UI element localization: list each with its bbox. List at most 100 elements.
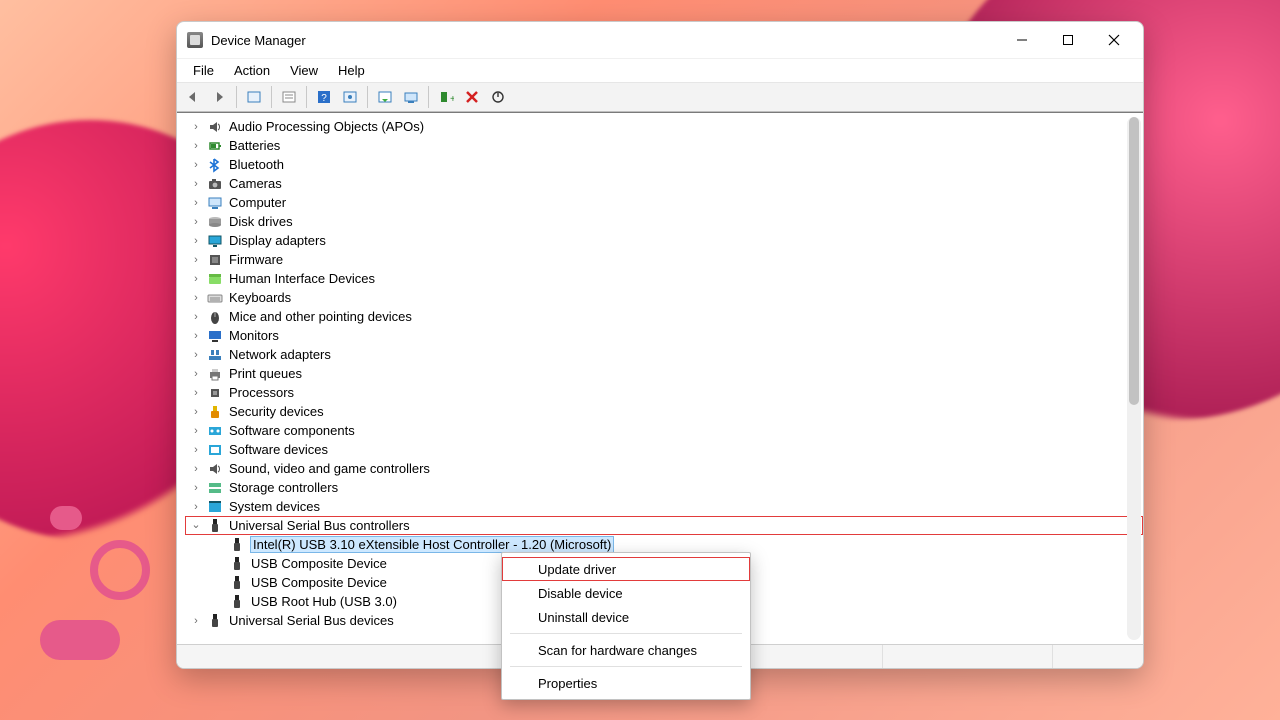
- tree-label: Computer: [229, 195, 286, 210]
- chevron-right-icon[interactable]: ›: [191, 140, 201, 152]
- tree-category[interactable]: ›Bluetooth: [185, 155, 1143, 174]
- chevron-right-icon[interactable]: ›: [191, 311, 201, 323]
- chevron-right-icon[interactable]: ›: [191, 235, 201, 247]
- tree-category[interactable]: ›Processors: [185, 383, 1143, 402]
- toolbar-back-button[interactable]: [181, 86, 205, 108]
- tree-label: Software components: [229, 423, 355, 438]
- context-menu-item[interactable]: Properties: [502, 671, 750, 695]
- tree-label: Cameras: [229, 176, 282, 191]
- camera-icon: [207, 176, 223, 192]
- chevron-right-icon[interactable]: ›: [191, 463, 201, 475]
- tree-category[interactable]: › Mice and other pointing devices: [185, 307, 1143, 326]
- toolbar-help-button[interactable]: ?: [312, 86, 336, 108]
- chevron-right-icon[interactable]: ›: [191, 121, 201, 133]
- context-menu-item[interactable]: Uninstall device: [502, 605, 750, 629]
- chevron-right-icon[interactable]: ›: [191, 159, 201, 171]
- tree-category[interactable]: ›Network adapters: [185, 345, 1143, 364]
- tree-label: Universal Serial Bus devices: [229, 613, 394, 628]
- chevron-right-icon[interactable]: ›: [191, 425, 201, 437]
- component-icon: [207, 423, 223, 439]
- tree-category[interactable]: › Security devices: [185, 402, 1143, 421]
- usb-icon: [229, 537, 245, 553]
- tree-label: Mice and other pointing devices: [229, 309, 412, 324]
- chevron-right-icon[interactable]: ›: [191, 368, 201, 380]
- chevron-right-icon[interactable]: ›: [191, 178, 201, 190]
- chevron-right-icon[interactable]: ›: [191, 444, 201, 456]
- context-menu-item[interactable]: Scan for hardware changes: [502, 638, 750, 662]
- speaker-icon: [207, 119, 223, 135]
- chevron-right-icon[interactable]: ›: [191, 273, 201, 285]
- monitor-icon: [207, 328, 223, 344]
- speaker-icon: [207, 461, 223, 477]
- usb-icon: [207, 613, 223, 629]
- menu-help[interactable]: Help: [328, 61, 375, 80]
- tree-category[interactable]: ›Keyboards: [185, 288, 1143, 307]
- tree-category[interactable]: ›Monitors: [185, 326, 1143, 345]
- tree-label: USB Composite Device: [251, 575, 387, 590]
- window-title: Device Manager: [211, 33, 306, 48]
- chevron-down-icon[interactable]: ⌄: [191, 518, 201, 531]
- tree-label: Human Interface Devices: [229, 271, 375, 286]
- minimize-button[interactable]: [999, 24, 1045, 56]
- tree-category[interactable]: ›Batteries: [185, 136, 1143, 155]
- chevron-right-icon[interactable]: ›: [191, 330, 201, 342]
- chevron-right-icon[interactable]: ›: [191, 349, 201, 361]
- firmware-icon: [207, 252, 223, 268]
- chevron-right-icon[interactable]: ›: [191, 197, 201, 209]
- tree-category[interactable]: › Cameras: [185, 174, 1143, 193]
- tree-label: Software devices: [229, 442, 328, 457]
- scrollbar[interactable]: [1127, 117, 1141, 640]
- toolbar-disable-button[interactable]: [460, 86, 484, 108]
- tree-category[interactable]: ›Print queues: [185, 364, 1143, 383]
- tree-category[interactable]: › Software components: [185, 421, 1143, 440]
- battery-icon: [207, 138, 223, 154]
- chevron-right-icon[interactable]: ›: [191, 292, 201, 304]
- tree-category[interactable]: › Storage controllers: [185, 478, 1143, 497]
- keyboard-icon: [207, 290, 223, 306]
- toolbar-update-driver-button[interactable]: [338, 86, 362, 108]
- context-menu-item[interactable]: Disable device: [502, 581, 750, 605]
- tree-category[interactable]: ⌄ Universal Serial Bus controllers: [185, 516, 1143, 535]
- menu-file[interactable]: File: [183, 61, 224, 80]
- chevron-right-icon[interactable]: ›: [191, 615, 201, 627]
- toolbar-forward-button[interactable]: [207, 86, 231, 108]
- tree-category[interactable]: ›Sound, video and game controllers: [185, 459, 1143, 478]
- tree-category[interactable]: ›Audio Processing Objects (APOs): [185, 117, 1143, 136]
- toolbar: ? +: [177, 82, 1143, 112]
- tree-label: Storage controllers: [229, 480, 338, 495]
- context-menu-item[interactable]: Update driver: [502, 557, 750, 581]
- usb-icon: [207, 518, 223, 534]
- tree-category[interactable]: ›Disk drives: [185, 212, 1143, 231]
- tree-category[interactable]: › Software devices: [185, 440, 1143, 459]
- menu-view[interactable]: View: [280, 61, 328, 80]
- chevron-right-icon[interactable]: ›: [191, 216, 201, 228]
- menu-action[interactable]: Action: [224, 61, 280, 80]
- tree-label: Security devices: [229, 404, 324, 419]
- tree-category[interactable]: › Computer: [185, 193, 1143, 212]
- scrollbar-thumb[interactable]: [1129, 117, 1139, 405]
- tree-category[interactable]: ›Display adapters: [185, 231, 1143, 250]
- close-button[interactable]: [1091, 24, 1137, 56]
- toolbar-show-hidden-button[interactable]: [242, 86, 266, 108]
- maximize-button[interactable]: [1045, 24, 1091, 56]
- titlebar[interactable]: Device Manager: [177, 22, 1143, 58]
- svg-text:?: ?: [321, 93, 327, 104]
- tree-label: Firmware: [229, 252, 283, 267]
- tree-label: Universal Serial Bus controllers: [229, 518, 410, 533]
- toolbar-scan-button[interactable]: [399, 86, 423, 108]
- chevron-right-icon[interactable]: ›: [191, 501, 201, 513]
- chevron-right-icon[interactable]: ›: [191, 387, 201, 399]
- chevron-right-icon[interactable]: ›: [191, 406, 201, 418]
- menubar: File Action View Help: [177, 58, 1143, 82]
- tree-label: USB Root Hub (USB 3.0): [251, 594, 397, 609]
- toolbar-add-legacy-button[interactable]: +: [434, 86, 458, 108]
- chevron-right-icon[interactable]: ›: [191, 254, 201, 266]
- chevron-right-icon[interactable]: ›: [191, 482, 201, 494]
- tree-category[interactable]: ›System devices: [185, 497, 1143, 516]
- context-menu-separator: [510, 633, 742, 634]
- tree-category[interactable]: › Firmware: [185, 250, 1143, 269]
- toolbar-enable-button[interactable]: [486, 86, 510, 108]
- toolbar-uninstall-button[interactable]: [373, 86, 397, 108]
- toolbar-properties-button[interactable]: [277, 86, 301, 108]
- tree-category[interactable]: › Human Interface Devices: [185, 269, 1143, 288]
